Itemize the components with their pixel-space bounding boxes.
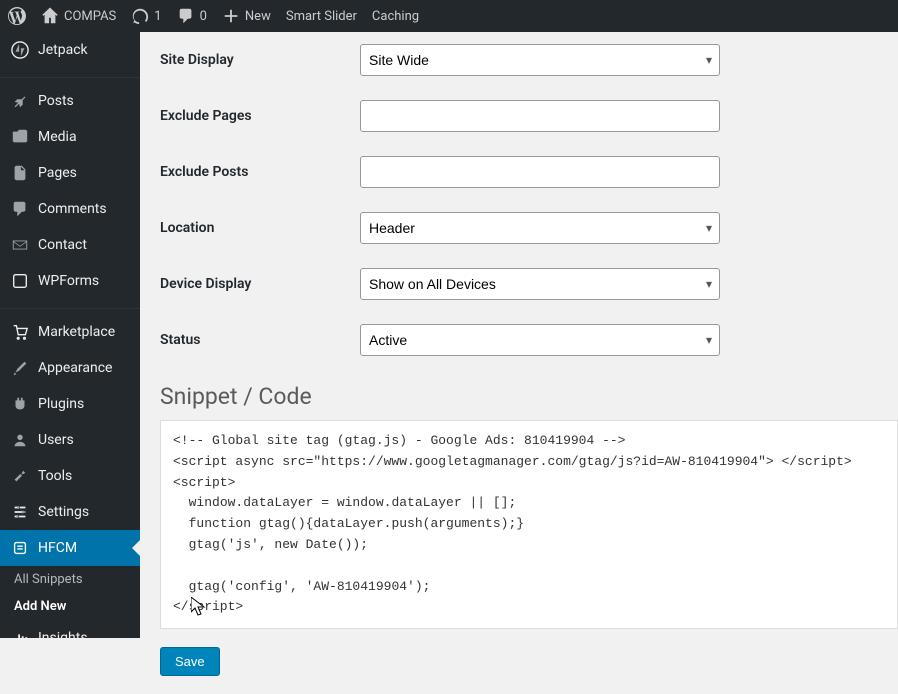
menu-separator <box>0 304 140 309</box>
menu-label: Pages <box>38 165 77 181</box>
updates-count: 1 <box>154 9 161 24</box>
sidebar-item-tools[interactable]: Tools <box>0 458 140 494</box>
sidebar-item-pages[interactable]: Pages <box>0 155 140 191</box>
hfcm-icon <box>10 538 30 558</box>
new-link[interactable]: New <box>222 7 271 25</box>
menu-label: Appearance <box>38 360 112 376</box>
update-icon <box>131 7 149 25</box>
label-exclude-posts: Exclude Posts <box>160 164 360 180</box>
menu-label: Comments <box>38 201 107 217</box>
caching-link[interactable]: Caching <box>372 9 419 24</box>
sidebar-item-hfcm[interactable]: HFCM <box>0 530 140 566</box>
home-icon <box>41 7 59 25</box>
wrench-icon <box>10 466 30 486</box>
sidebar-item-appearance[interactable]: Appearance <box>0 350 140 386</box>
menu-label: Insights <box>38 630 88 638</box>
menu-label: WPForms <box>38 273 99 289</box>
menu-label: Posts <box>38 93 74 109</box>
row-site-display: Site Display Site Wide <box>140 32 898 88</box>
sliders-icon <box>10 502 30 522</box>
wpforms-icon <box>10 271 30 291</box>
menu-label: Contact <box>38 237 87 253</box>
admin-sidebar: Jetpack Posts Media Pages Comments Conta… <box>0 32 140 638</box>
users-icon <box>10 430 30 450</box>
plug-icon <box>10 394 30 414</box>
admin-toolbar: COMPAS 1 0 New Smart Slider Caching <box>0 0 898 32</box>
snippet-heading: Snippet / Code <box>140 368 898 420</box>
menu-label: Media <box>38 129 77 145</box>
sidebar-item-media[interactable]: Media <box>0 119 140 155</box>
wordpress-icon <box>8 7 26 25</box>
comments-icon <box>10 199 30 219</box>
label-site-display: Site Display <box>160 52 360 68</box>
sidebar-item-wpforms[interactable]: WPForms <box>0 263 140 299</box>
select-status[interactable]: Active <box>360 324 720 356</box>
sidebar-item-users[interactable]: Users <box>0 422 140 458</box>
brush-icon <box>10 358 30 378</box>
plus-icon <box>222 7 240 25</box>
pin-icon <box>10 91 30 111</box>
menu-label: Tools <box>38 468 72 484</box>
menu-label: Plugins <box>38 396 84 412</box>
row-status: Status Active <box>140 312 898 368</box>
sidebar-item-insights[interactable]: Insights <box>0 620 140 638</box>
row-exclude-posts: Exclude Posts <box>140 144 898 200</box>
label-exclude-pages: Exclude Pages <box>160 108 360 124</box>
site-name: COMPAS <box>64 9 116 24</box>
marketplace-icon <box>10 322 30 342</box>
label-status: Status <box>160 332 360 348</box>
row-exclude-pages: Exclude Pages <box>140 88 898 144</box>
new-label: New <box>245 9 271 24</box>
menu-label: Users <box>38 432 74 448</box>
menu-separator <box>0 73 140 78</box>
sidebar-item-plugins[interactable]: Plugins <box>0 386 140 422</box>
menu-label: Jetpack <box>38 42 88 58</box>
submenu-add-new[interactable]: Add New <box>0 593 140 620</box>
jetpack-icon <box>10 40 30 60</box>
settings-form: Site Display Site Wide Exclude Pages Exc… <box>140 32 898 368</box>
comment-icon <box>177 7 195 25</box>
select-site-display[interactable]: Site Wide <box>360 44 720 76</box>
menu-label: HFCM <box>38 540 77 556</box>
media-icon <box>10 127 30 147</box>
mail-icon <box>10 235 30 255</box>
wp-logo[interactable] <box>8 7 26 25</box>
submenu-all-snippets[interactable]: All Snippets <box>0 566 140 593</box>
site-name-link[interactable]: COMPAS <box>41 7 116 25</box>
input-exclude-pages[interactable] <box>360 100 720 132</box>
sidebar-item-settings[interactable]: Settings <box>0 494 140 530</box>
row-location: Location Header <box>140 200 898 256</box>
updates-link[interactable]: 1 <box>131 7 161 25</box>
label-location: Location <box>160 220 360 236</box>
comments-count: 0 <box>200 9 207 24</box>
select-location[interactable]: Header <box>360 212 720 244</box>
comments-link[interactable]: 0 <box>177 7 207 25</box>
chart-icon <box>10 628 30 638</box>
menu-label: Settings <box>38 504 89 520</box>
pages-icon <box>10 163 30 183</box>
sidebar-item-comments[interactable]: Comments <box>0 191 140 227</box>
sidebar-item-posts[interactable]: Posts <box>0 83 140 119</box>
smart-slider-link[interactable]: Smart Slider <box>286 9 357 24</box>
code-textarea[interactable]: <!-- Global site tag (gtag.js) - Google … <box>160 420 898 629</box>
sidebar-item-jetpack[interactable]: Jetpack <box>0 32 140 68</box>
save-button[interactable]: Save <box>160 647 220 676</box>
label-device-display: Device Display <box>160 276 360 292</box>
input-exclude-posts[interactable] <box>360 156 720 188</box>
row-device-display: Device Display Show on All Devices <box>140 256 898 312</box>
sidebar-item-contact[interactable]: Contact <box>0 227 140 263</box>
sidebar-item-marketplace[interactable]: Marketplace <box>0 314 140 350</box>
menu-label: Marketplace <box>38 324 115 340</box>
select-device-display[interactable]: Show on All Devices <box>360 268 720 300</box>
main-content: Site Display Site Wide Exclude Pages Exc… <box>140 32 898 694</box>
